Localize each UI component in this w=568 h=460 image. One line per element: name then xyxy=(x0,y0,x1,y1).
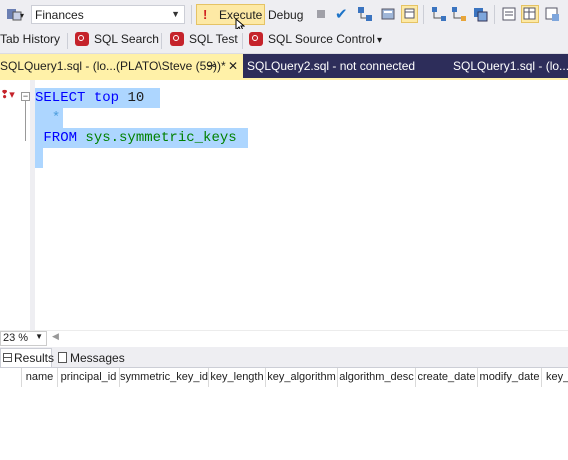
database-select-value: Finances xyxy=(35,8,84,22)
debug-button[interactable]: Debug xyxy=(268,8,303,22)
column-header[interactable]: algorithm_desc xyxy=(338,368,416,387)
client-stats-icon[interactable] xyxy=(472,6,488,22)
sql-source-control-icon xyxy=(249,32,263,46)
parse-check-icon[interactable]: ✔ xyxy=(335,5,348,23)
select-star: * xyxy=(51,110,61,126)
tab-sqlquery1-other[interactable]: SQLQuery1.sql - (lo... xyxy=(453,54,568,78)
selection-highlight xyxy=(35,148,43,168)
outline-line xyxy=(25,101,26,141)
code-line-2: * xyxy=(35,110,60,126)
grid-icon xyxy=(3,353,12,362)
toolbar-overflow-icon[interactable]: ▾ xyxy=(377,35,382,46)
query-options-icon[interactable] xyxy=(380,6,396,22)
database-select[interactable]: Finances ▼ xyxy=(31,5,185,24)
column-header[interactable]: key_algorithm xyxy=(266,368,338,387)
execute-icon: ! xyxy=(203,7,208,22)
keyword-select: SELECT xyxy=(35,90,86,106)
stop-icon[interactable] xyxy=(317,10,325,18)
sql-source-control-button[interactable]: SQL Source Control xyxy=(249,32,375,46)
tab-sqlquery1-active[interactable]: SQLQuery1.sql - (lo...(PLATO\Steve (59))… xyxy=(0,54,243,78)
editor-status-row xyxy=(0,330,568,347)
keyword-from: FROM xyxy=(43,130,78,146)
code-line-3: FROM sys.symmetric_keys xyxy=(35,130,237,146)
sql-source-control-label: SQL Source Control xyxy=(268,32,375,46)
sql-test-button[interactable]: SQL Test xyxy=(170,32,238,46)
column-header[interactable]: principal_id xyxy=(58,368,120,387)
chevron-down-icon: ▼ xyxy=(171,9,180,19)
query-editor[interactable] xyxy=(0,80,568,330)
results-grid-header: name principal_id symmetric_key_id key_l… xyxy=(0,368,568,387)
table-name: sys.symmetric_keys xyxy=(85,130,237,146)
tab-messages-label: Messages xyxy=(70,351,125,365)
column-header[interactable]: key_ xyxy=(542,368,568,387)
zoom-value: 23 % xyxy=(3,332,29,344)
column-header[interactable]: name xyxy=(22,368,58,387)
column-header[interactable]: modify_date xyxy=(478,368,542,387)
toolbar-separator xyxy=(161,33,162,49)
sql-test-icon xyxy=(170,32,184,46)
chevron-down-icon: ▼ xyxy=(35,332,43,341)
pin-icon[interactable]: ⊸ xyxy=(207,54,216,78)
tab-history-button[interactable]: Tab History xyxy=(0,32,60,46)
column-header[interactable]: create_date xyxy=(416,368,478,387)
column-header[interactable]: symmetric_key_id xyxy=(120,368,209,387)
results-to-text-icon[interactable] xyxy=(501,6,517,22)
results-to-grid-icon[interactable] xyxy=(401,5,418,23)
keyword-top: top xyxy=(93,90,120,106)
results-to-file-icon[interactable] xyxy=(544,6,560,22)
tab-messages[interactable]: Messages xyxy=(58,351,125,365)
include-plan-icon[interactable] xyxy=(431,6,447,22)
sql-search-label: SQL Search xyxy=(94,32,159,46)
collapse-icon[interactable]: − xyxy=(21,92,30,101)
sql-test-label: SQL Test xyxy=(189,32,238,46)
messages-icon xyxy=(58,352,67,363)
live-stats-icon[interactable] xyxy=(451,6,467,22)
tab-results-label: Results xyxy=(14,351,55,365)
tab-title: SQLQuery1.sql - (lo...(PLATO\Steve (59))… xyxy=(0,59,226,73)
display-plan-icon[interactable] xyxy=(357,6,373,22)
toolbar-separator xyxy=(242,33,243,49)
toolbar-separator xyxy=(191,5,192,24)
sql-search-icon xyxy=(75,32,89,46)
tab-sqlquery2[interactable]: SQLQuery2.sql - not connected xyxy=(247,54,415,78)
code-line-1: SELECT top 10 xyxy=(35,90,144,106)
execute-button[interactable]: ! Execute xyxy=(196,4,265,25)
tab-results[interactable]: Results xyxy=(0,348,55,367)
toolbar-separator xyxy=(423,5,424,24)
dropdown-arrow-icon[interactable]: ▾ xyxy=(20,11,24,20)
toolbar-separator xyxy=(67,33,68,49)
zoom-select[interactable]: 23 % ▼ xyxy=(0,331,47,346)
close-icon[interactable]: ✕ xyxy=(228,54,238,78)
number-literal: 10 xyxy=(127,90,145,106)
results-grid-icon[interactable] xyxy=(521,5,539,23)
row-header-corner xyxy=(0,368,22,387)
breakpoint-dropdown-icon[interactable]: ❢▾ xyxy=(0,88,15,101)
toolbar-separator xyxy=(494,5,495,24)
scroll-left-icon[interactable]: ◀ xyxy=(52,331,59,342)
column-header[interactable]: key_length xyxy=(209,368,266,387)
sql-search-button[interactable]: SQL Search xyxy=(75,32,159,46)
